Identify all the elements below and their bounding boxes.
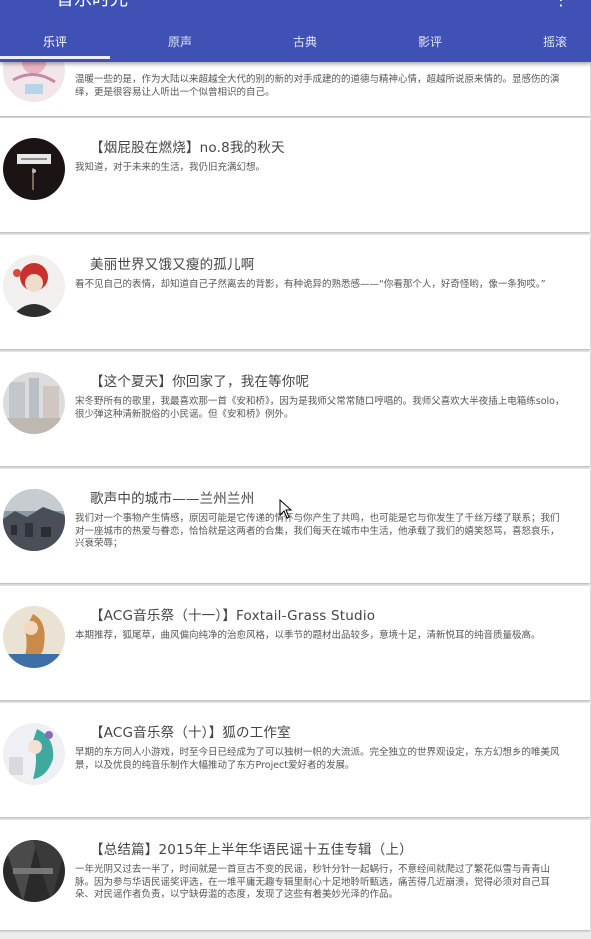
active-tab-indicator [0, 56, 110, 59]
review-summary: 一年光阴又过去一半了，时间就是一首亘古不变的民谣，秒针分针一起蜗行，不意经间就爬… [75, 864, 551, 900]
review-summary: 看不见自己的表情，却知道自己子然离去的背影，有种诡异的熟悉感——“你看那个人，好… [75, 279, 546, 290]
review-title: 【总结篇】2015年上半年华语民谣十五佳专辑（上） [90, 842, 413, 858]
app-bar: 音乐时光 ⋮ 乐评 原声 古典 影评 摇滚 [0, 0, 591, 62]
review-summary: 我们对一个事物产生情感，原因可能是它传递的情怀与你产生了共鸣，也可能是它与你发生… [75, 513, 560, 549]
album-art-icon [3, 255, 65, 317]
tab-classical[interactable]: 古典 [250, 26, 360, 60]
album-cover-thumbnail [3, 489, 65, 551]
review-list: 温暖一些的是，作为大陆以来超越全大代的别的新的对手成建的的道德与精神心情，超越所… [0, 0, 591, 939]
review-card[interactable]: 【总结篇】2015年上半年华语民谣十五佳专辑（上） 一年光阴又过去一半了，时间就… [0, 820, 590, 930]
review-card[interactable]: 【ACG音乐祭（十一）】Foxtail-Grass Studio 本期推荐，狐尾… [0, 586, 590, 700]
album-cover-thumbnail [3, 138, 65, 200]
review-card[interactable]: 【烟屁股在燃烧】no.8我的秋天 我知道，对于未来的生活，我仍旧充满幻想。 [0, 118, 590, 232]
review-title: 【这个夏天】你回家了，我在等你呢 [90, 374, 310, 390]
album-art-icon [3, 840, 65, 902]
review-summary: 宋冬野所有的歌里，我最喜欢那一首《安和桥》，因为是我师父常常随口哼唱的。我师父喜… [75, 396, 565, 420]
review-card[interactable]: 歌声中的城市——兰州兰州 我们对一个事物产生情感，原因可能是它传递的情怀与你产生… [0, 469, 590, 583]
album-art-icon [3, 489, 65, 551]
mouse-cursor-icon [279, 499, 293, 519]
review-title: 美丽世界又饿又瘦的孤儿啊 [90, 257, 255, 273]
review-title: 【ACG音乐祭（十一）】Foxtail-Grass Studio [90, 608, 376, 624]
category-tabs: 乐评 原声 古典 影评 摇滚 [0, 26, 591, 60]
album-art-icon [3, 372, 65, 434]
album-cover-thumbnail [3, 255, 65, 317]
review-summary: 本期推荐，狐尾草，曲风偏向纯净的治愈风格，以季节的题材出品较多，意境十足，清新悦… [75, 630, 541, 641]
tab-soundtrack[interactable]: 原声 [125, 26, 235, 60]
tab-music-review[interactable]: 乐评 [0, 26, 110, 60]
review-summary: 我知道，对于未来的生活，我仍旧充满幻想。 [75, 162, 266, 173]
review-title: 【ACG音乐祭（十）】狐の工作室 [90, 725, 291, 741]
album-cover-thumbnail [3, 723, 65, 785]
tab-rock[interactable]: 摇滚 [500, 26, 591, 60]
review-summary: 温暖一些的是，作为大陆以来超越全大代的别的新的对手成建的的道德与精神心情，超越所… [75, 74, 560, 98]
review-card[interactable]: 美丽世界又饿又瘦的孤儿啊 看不见自己的表情，却知道自己子然离去的背影，有种诡异的… [0, 235, 590, 349]
album-cover-thumbnail [3, 372, 65, 434]
review-card[interactable]: 【这个夏天】你回家了，我在等你呢 宋冬野所有的歌里，我最喜欢那一首《安和桥》，因… [0, 352, 590, 466]
album-art-icon [3, 723, 65, 785]
app-title: 音乐时光 [56, 0, 128, 12]
album-art-icon [3, 138, 65, 200]
review-summary: 早期的东方同人小游戏，时至今日已经成为了可以独树一帜的大流派。完全独立的世界观设… [75, 747, 560, 771]
tab-film-review[interactable]: 影评 [375, 26, 485, 60]
album-cover-thumbnail [3, 840, 65, 902]
more-options-icon[interactable]: ⋮ [553, 0, 569, 8]
album-art-icon [3, 606, 65, 668]
review-title: 歌声中的城市——兰州兰州 [90, 491, 255, 507]
album-cover-thumbnail [3, 606, 65, 668]
review-card[interactable]: 【ACG音乐祭（十）】狐の工作室 早期的东方同人小游戏，时至今日已经成为了可以独… [0, 703, 590, 817]
review-title: 【烟屁股在燃烧】no.8我的秋天 [90, 140, 285, 156]
